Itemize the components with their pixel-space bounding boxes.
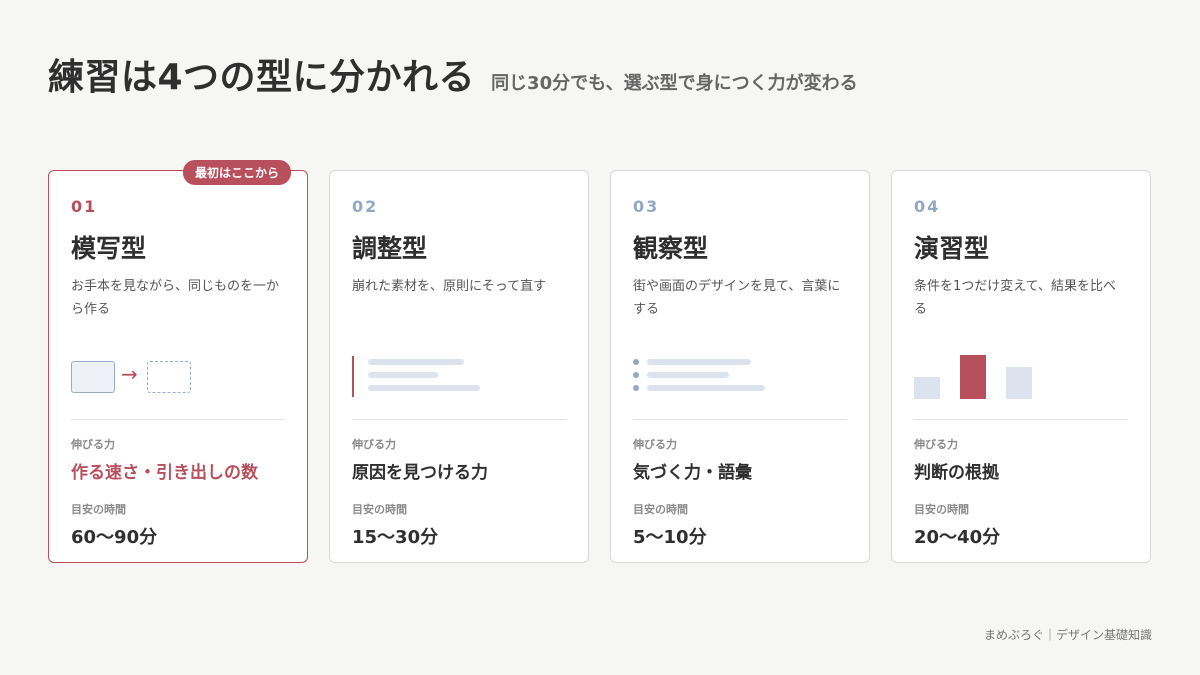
strength-value: 作る速さ・引き出しの数 (71, 463, 258, 483)
card-name: 調整型 (352, 234, 428, 263)
strength-label: 伸びる力 (914, 438, 958, 451)
compare-bar-icon (914, 377, 940, 399)
card-description: 街や画面のデザインを見て、言葉にする (633, 279, 841, 317)
source-box-icon (71, 361, 115, 393)
strength-value: 判断の根拠 (914, 463, 999, 483)
start-here-badge: 最初はここから (182, 160, 291, 185)
card-copy-type: 最初はここから 01 模写型 お手本を見ながら、同じものを一から作る → 伸びる… (48, 160, 308, 563)
page-title: 練習は4つの型に分かれる (48, 57, 476, 98)
align-guide-icon (352, 356, 354, 397)
time-value: 5〜10分 (633, 527, 707, 548)
time-value: 15〜30分 (352, 527, 439, 548)
card-practice-type: 04 演習型 条件を1つだけ変えて、結果を比べる 伸びる力 判断の根拠 目安の時… (891, 170, 1151, 563)
card-number: 03 (633, 197, 660, 216)
copy-illustration-icon: → (71, 345, 285, 417)
compare-bar-icon (960, 355, 986, 399)
time-value: 20〜40分 (914, 527, 1001, 548)
card-adjust-type: 02 調整型 崩れた素材を、原則にそって直す 伸びる力 原因を見つける力 目安の… (329, 170, 589, 563)
card-number: 02 (352, 197, 379, 216)
bullet-icon (633, 385, 639, 391)
target-box-icon (147, 361, 191, 393)
time-label: 目安の時間 (352, 503, 407, 516)
footer-credit: まめぶろぐ｜デザイン基礎知識 (983, 628, 1152, 642)
time-label: 目安の時間 (914, 503, 969, 516)
text-line-icon (368, 385, 480, 391)
text-line-icon (647, 372, 729, 378)
divider (914, 419, 1128, 420)
time-value: 60〜90分 (71, 527, 158, 548)
strength-label: 伸びる力 (352, 438, 396, 451)
card-description: 条件を1つだけ変えて、結果を比べる (914, 279, 1116, 317)
strength-label: 伸びる力 (633, 438, 677, 451)
bullet-icon (633, 359, 639, 365)
page-subtitle: 同じ30分でも、選ぶ型で身につく力が変わる (491, 73, 858, 94)
text-line-icon (368, 372, 438, 378)
text-line-icon (647, 385, 765, 391)
compare-bar-icon (1006, 367, 1032, 399)
compare-bars-icon (914, 345, 1128, 417)
divider (352, 419, 566, 420)
text-line-icon (368, 359, 464, 365)
list-illustration-icon (633, 345, 847, 417)
card-name: 演習型 (914, 234, 990, 263)
card-description: お手本を見ながら、同じものを一から作る (71, 279, 280, 317)
strength-label: 伸びる力 (71, 438, 115, 451)
strength-value: 原因を見つける力 (352, 463, 488, 483)
card-name: 観察型 (633, 234, 709, 263)
card-number: 04 (914, 197, 941, 216)
divider (633, 419, 847, 420)
align-illustration-icon (352, 345, 566, 417)
divider (71, 419, 285, 420)
card-grid: 最初はここから 01 模写型 お手本を見ながら、同じものを一から作る → 伸びる… (48, 160, 1151, 563)
card-name: 模写型 (71, 234, 147, 263)
card-number: 01 (71, 197, 98, 216)
text-line-icon (647, 359, 751, 365)
arrow-right-icon: → (121, 362, 138, 386)
card-description: 崩れた素材を、原則にそって直す (352, 279, 547, 294)
card-observe-type: 03 観察型 街や画面のデザインを見て、言葉にする 伸びる力 気づく力・語彙 目… (610, 170, 870, 563)
strength-value: 気づく力・語彙 (633, 463, 752, 483)
time-label: 目安の時間 (71, 503, 126, 516)
time-label: 目安の時間 (633, 503, 688, 516)
page-header: 練習は4つの型に分かれる 同じ30分でも、選ぶ型で身につく力が変わる (48, 48, 858, 100)
bullet-icon (633, 372, 639, 378)
